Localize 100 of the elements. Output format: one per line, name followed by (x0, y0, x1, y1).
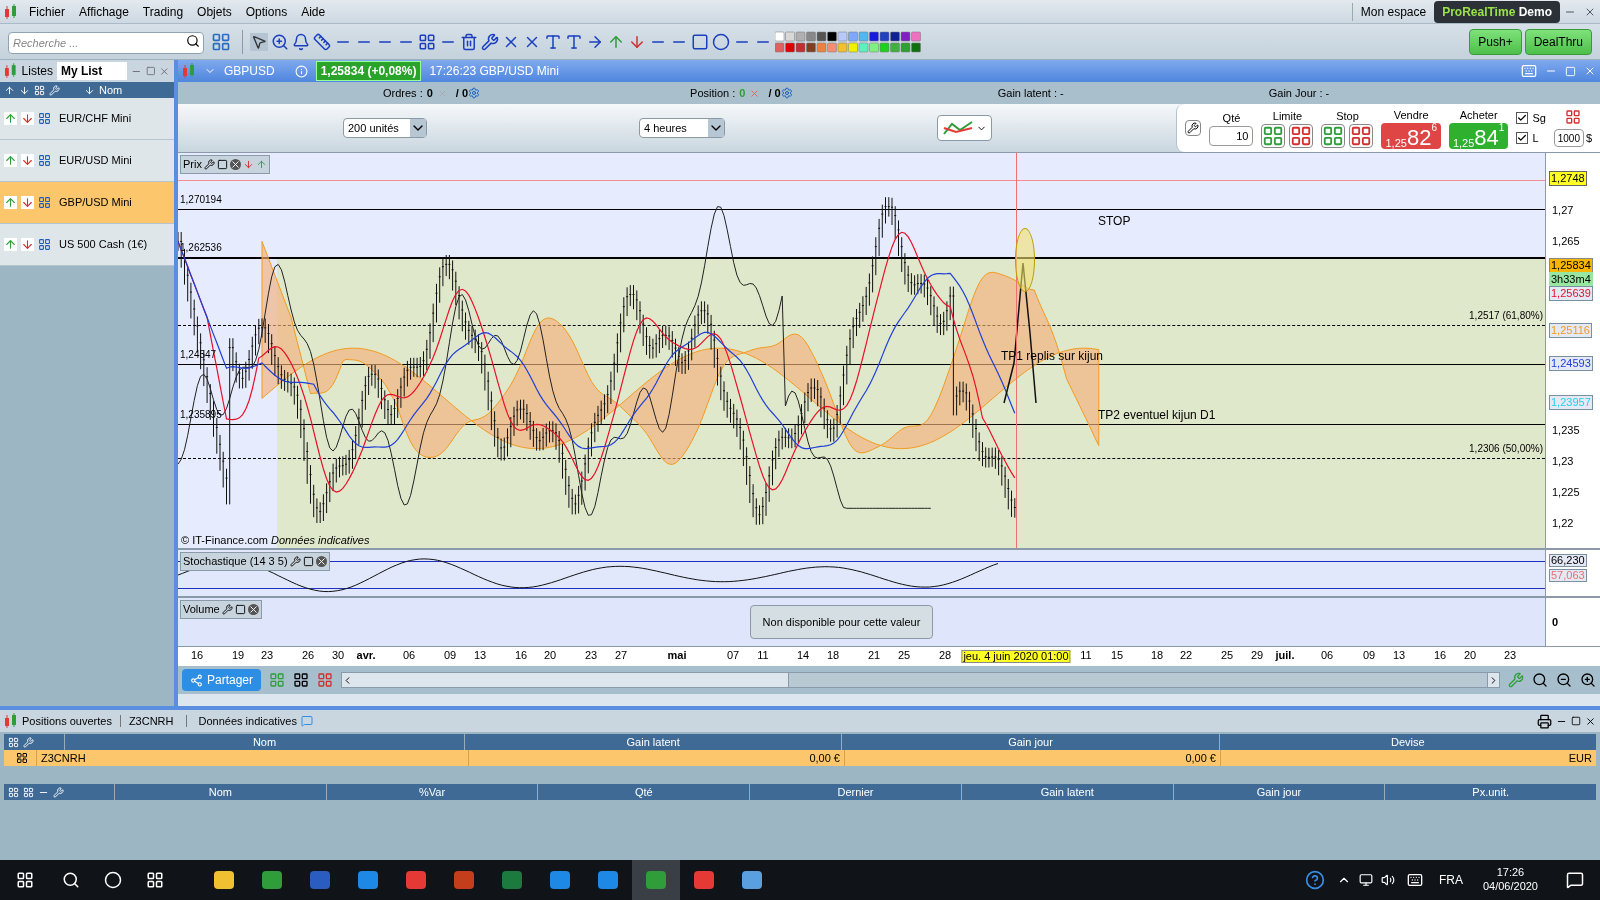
close-icon[interactable] (229, 158, 241, 170)
text-icon[interactable] (565, 32, 583, 51)
volume-icon[interactable] (1380, 873, 1395, 887)
checkbox[interactable] (1516, 132, 1529, 145)
instrument-name[interactable]: EUR/CHF Mini (59, 110, 132, 127)
axis-date-label: mai (667, 650, 687, 661)
close-icon[interactable] (247, 603, 259, 615)
panel-title: Listes (21, 63, 53, 80)
column-header[interactable]: Qté (537, 783, 750, 801)
broker-button[interactable]: Push+ (1469, 28, 1522, 55)
position-total: / 0 (768, 85, 781, 101)
broker-button[interactable]: DealThru (1524, 28, 1592, 55)
menu-item[interactable]: Trading (135, 2, 191, 21)
bell-icon[interactable] (292, 32, 310, 51)
zoom-icon[interactable] (271, 32, 289, 51)
highlight-ellipse (1015, 228, 1035, 292)
instrument-name[interactable]: US 500 Cash (1€) (59, 236, 148, 253)
list-item[interactable]: US 500 Cash (1€) (0, 224, 174, 266)
text-icon[interactable] (544, 32, 562, 51)
list-item[interactable]: EUR/USD Mini (0, 140, 174, 182)
menu-item[interactable]: Objets (190, 2, 239, 21)
window-icon[interactable] (216, 158, 228, 170)
language-indicator[interactable]: FRA (1438, 871, 1463, 889)
download-icon[interactable] (19, 84, 30, 96)
axis-date-label: 18 (1150, 650, 1164, 661)
clock[interactable]: 17:26 04/06/2020 (1482, 866, 1538, 894)
amount-field[interactable]: 1000 (1553, 129, 1584, 147)
wrench-icon[interactable] (481, 32, 499, 51)
maximize-icon[interactable] (145, 66, 156, 76)
keyboard-icon[interactable] (1406, 872, 1423, 888)
grid-icon[interactable] (418, 32, 436, 51)
price-badge: 1,2748 (1549, 171, 1587, 186)
indicator-badge: 66,230 (1549, 554, 1587, 567)
position-count: 0 (739, 85, 746, 101)
indicator-button[interactable] (937, 115, 992, 141)
list-item[interactable]: GBP/USD Mini (0, 182, 174, 224)
level-label: 1,270194 (180, 195, 222, 205)
column-header[interactable]: Nom (99, 81, 123, 99)
stop-label: Stop (1336, 108, 1359, 124)
wrench-icon[interactable] (289, 555, 301, 567)
orders-count: 0 (426, 85, 433, 101)
column-header[interactable]: Px.unit. (1384, 783, 1597, 801)
pointer-icon[interactable] (250, 32, 268, 51)
upload-icon[interactable] (4, 84, 15, 96)
sell-arrow-icon[interactable] (242, 158, 254, 170)
ellipse-icon[interactable] (712, 32, 730, 51)
gear-icon[interactable] (780, 87, 793, 99)
column-header[interactable]: Dernier (749, 783, 961, 801)
axis-date-label: 21 (867, 650, 881, 661)
network-icon[interactable] (1358, 873, 1373, 887)
menu-item[interactable]: Aide (294, 2, 333, 21)
info-icon[interactable] (294, 64, 308, 78)
period-dropdown[interactable]: 4 heures (639, 118, 725, 138)
wrench-icon[interactable] (203, 158, 215, 170)
close-icon[interactable] (1585, 715, 1596, 727)
window-icon[interactable] (302, 555, 314, 567)
column-header[interactable]: Gain jour (1172, 783, 1385, 801)
zoom-out-icon[interactable] (1556, 672, 1572, 688)
menu-item[interactable]: Options (238, 2, 295, 21)
panel-tab[interactable]: Z3CNRH (128, 712, 174, 730)
maximize-icon[interactable] (1571, 716, 1581, 726)
column-header[interactable]: %Var (325, 783, 538, 801)
search-field[interactable]: Recherche ... (8, 31, 204, 54)
printer-icon[interactable] (1537, 713, 1552, 729)
column-header[interactable]: Gain latent (960, 783, 1173, 801)
zoom-in-icon[interactable] (1580, 672, 1596, 688)
wrench-icon[interactable] (221, 603, 233, 615)
panel-tab[interactable]: Positions ouvertes (22, 712, 112, 730)
units-dropdown[interactable]: 200 unités (343, 118, 427, 138)
list-item[interactable]: EUR/CHF Mini (0, 98, 174, 140)
ruler-icon[interactable] (313, 32, 331, 51)
sort-arrow-icon[interactable] (84, 84, 95, 96)
search-icon[interactable] (62, 871, 80, 889)
instrument-name[interactable]: GBP/USD Mini (59, 194, 132, 211)
list-tab[interactable]: My List (56, 62, 127, 80)
table-row[interactable]: Z3CNRH 0,00 € 0,00 € EUR (4, 750, 1596, 766)
horizontal-scrollbar[interactable] (341, 672, 1500, 688)
notifications-icon[interactable] (1566, 871, 1584, 889)
search-icon[interactable] (186, 33, 200, 48)
windows-start-icon[interactable] (16, 871, 34, 889)
wrench-icon[interactable] (1185, 120, 1202, 136)
axis-date-label: avr. (356, 650, 376, 661)
share-icon (190, 673, 203, 687)
quantity-field[interactable]: 10 (1209, 126, 1254, 147)
menu-item[interactable]: Fichier (22, 2, 72, 21)
window-icon[interactable] (234, 603, 246, 615)
rectangle-icon[interactable] (691, 32, 709, 51)
circle-icon[interactable] (104, 871, 122, 889)
close-icon[interactable] (315, 555, 327, 567)
axis-date-label: 14 (796, 650, 810, 661)
trash-icon[interactable] (460, 32, 478, 51)
axis-date-label: 09 (443, 650, 457, 661)
checkbox[interactable] (1516, 111, 1529, 124)
column-header[interactable]: Nom (114, 783, 326, 801)
axis-tick-label: 1,225 (1552, 487, 1580, 498)
zoom-fit-icon[interactable] (1532, 672, 1548, 688)
instrument-name[interactable]: EUR/USD Mini (59, 152, 132, 169)
gear-icon[interactable] (468, 87, 481, 99)
menu-item[interactable]: Affichage (72, 2, 136, 21)
help-icon[interactable] (1304, 870, 1325, 890)
